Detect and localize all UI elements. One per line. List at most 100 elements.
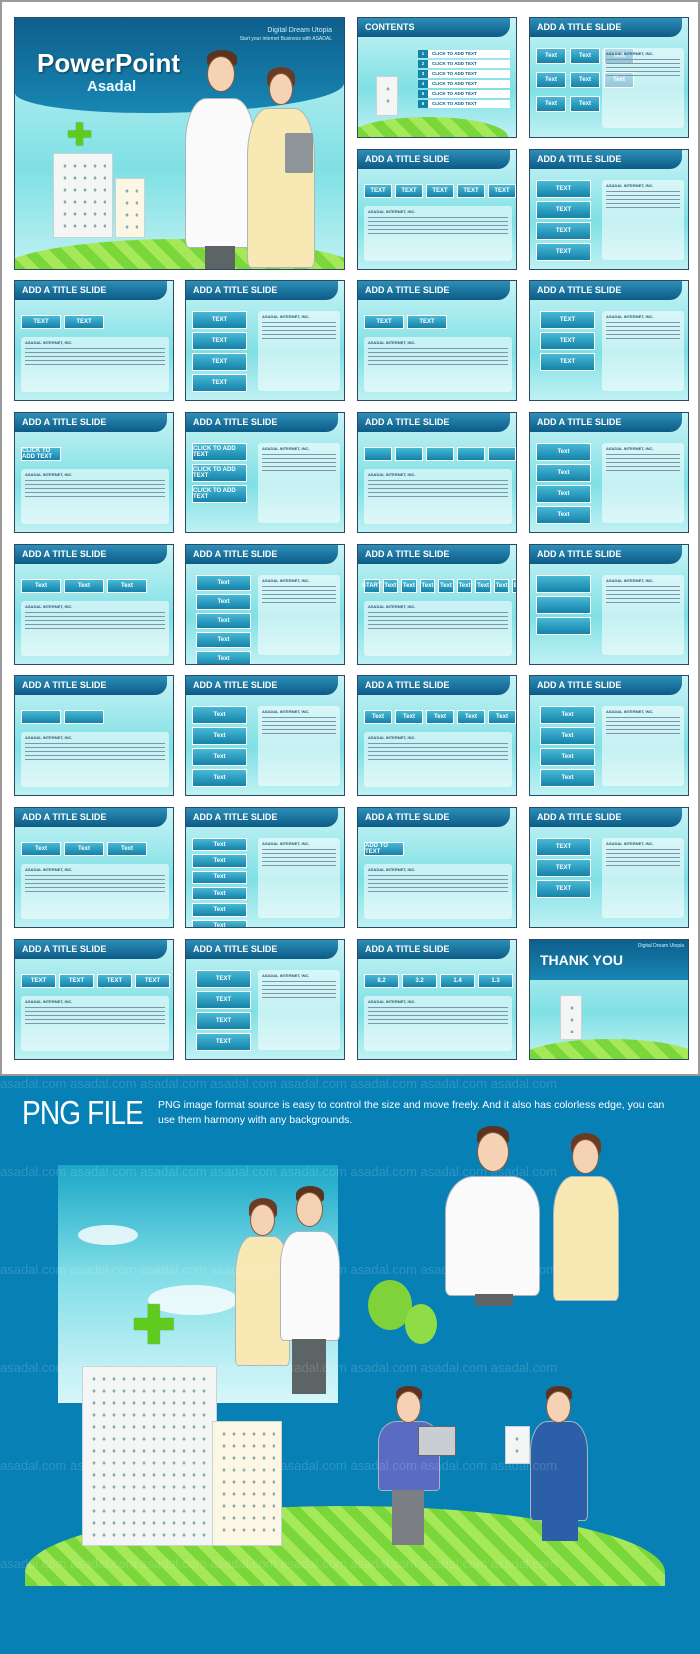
text-box[interactable]: Text — [536, 443, 591, 461]
contents-item[interactable]: 3 CLICK TO ADD TEXT — [418, 70, 510, 78]
text-box[interactable]: Text — [570, 48, 600, 64]
text-box[interactable]: TEXT — [407, 315, 447, 329]
text-box[interactable]: TEXT — [540, 332, 595, 350]
title-slide[interactable]: ADD A TITLE SLIDE TEXT TEXT TEXT TEXT ASADAL … — [185, 280, 345, 401]
text-box[interactable]: TEXT — [192, 374, 247, 392]
text-box[interactable]: Text — [438, 579, 454, 593]
text-box[interactable]: TEXT — [97, 974, 132, 988]
text-box[interactable]: TEXT — [192, 353, 247, 371]
text-box[interactable]: Text — [196, 651, 251, 664]
text-box[interactable]: Text — [540, 748, 595, 766]
text-box[interactable]: CLICK TO ADD TEXT — [21, 447, 61, 461]
text-box[interactable]: TEXT — [59, 974, 94, 988]
text-box[interactable]: TEXT — [192, 332, 247, 350]
title-slide[interactable]: ADD A TITLE SLIDE Text Text Text ASADAL INTE… — [14, 544, 174, 665]
text-box[interactable]: TEXT — [364, 184, 392, 198]
text-box[interactable]: Text — [457, 710, 485, 724]
text-box[interactable] — [21, 710, 61, 724]
text-box[interactable]: Text — [382, 579, 399, 593]
text-box[interactable] — [536, 575, 591, 593]
text-box[interactable]: TEXT — [135, 974, 170, 988]
text-box[interactable]: TEXT — [488, 184, 516, 198]
text-box[interactable] — [364, 447, 392, 461]
text-box[interactable]: Text — [192, 769, 247, 787]
text-box[interactable] — [536, 617, 591, 635]
text-box[interactable]: 1.4 — [440, 974, 475, 988]
title-slide[interactable]: ADD A TITLE SLIDE Text Text Text Text Text ASA… — [357, 675, 517, 796]
cover-slide[interactable]: Digital Dream Utopia Start your internet… — [14, 17, 345, 270]
text-box[interactable]: Text — [364, 710, 392, 724]
title-slide[interactable]: ADD A TITLE SLIDE Text Text Text ASADAL INTE… — [14, 807, 174, 928]
text-box[interactable]: Text — [493, 579, 510, 593]
text-box[interactable] — [457, 447, 485, 461]
text-box[interactable]: Text — [540, 727, 595, 745]
text-box[interactable]: Text — [419, 579, 436, 593]
text-box[interactable]: 1.3 — [478, 974, 513, 988]
text-box[interactable]: Text — [536, 464, 591, 482]
text-box[interactable]: Text — [21, 579, 61, 593]
text-box[interactable]: Text — [196, 613, 251, 629]
title-slide[interactable]: ADD A TITLE SLIDE TEXT TEXT TEXT TEXT ASADAL … — [185, 939, 345, 1060]
text-box[interactable]: Text — [64, 842, 104, 856]
title-slide[interactable]: ADD A TITLE SLIDE CLICK TO ADD TEXT CLICK … — [185, 412, 345, 533]
text-box[interactable]: TEXT — [540, 353, 595, 371]
text-box[interactable]: TEXT — [536, 243, 591, 261]
contents-slide[interactable]: CONTENTS 1 CLICK TO ADD TEXT 2 CLICK TO ADD… — [357, 17, 517, 138]
text-box[interactable]: Text — [456, 579, 473, 593]
text-box[interactable]: Text — [21, 842, 61, 856]
text-box[interactable]: 8.2 — [364, 974, 399, 988]
title-slide[interactable]: ADD A TITLE SLIDE ASADAL INTERNET, INC. — [529, 544, 689, 665]
text-box[interactable]: Text — [192, 887, 247, 901]
text-box[interactable]: TEXT — [536, 201, 591, 219]
text-box[interactable]: Text — [536, 96, 566, 112]
text-box[interactable]: Text — [196, 575, 251, 591]
text-box[interactable]: Text — [107, 842, 147, 856]
title-slide[interactable]: ADD A TITLE SLIDE Text Text Text Text Text Tex… — [529, 17, 689, 138]
text-box[interactable]: TEXT — [536, 838, 591, 856]
text-box[interactable]: TEXT — [21, 315, 61, 329]
text-box[interactable]: ADD TO TEXT — [364, 842, 404, 856]
title-slide[interactable]: ADD A TITLE SLIDE TEXT TEXT ASADAL INTERNET… — [357, 280, 517, 401]
title-slide[interactable]: ADD A TITLE SLIDE TEXT TEXT TEXT TEXT TEXT ASA… — [357, 149, 517, 270]
text-box[interactable]: TEXT — [395, 184, 423, 198]
text-box[interactable]: Text — [401, 579, 417, 593]
text-box[interactable]: Text — [192, 919, 247, 927]
text-box[interactable]: Text — [192, 706, 247, 724]
text-box[interactable]: Text — [192, 748, 247, 766]
contents-item[interactable]: 5 CLICK TO ADD TEXT — [418, 90, 510, 98]
text-box[interactable]: Text — [426, 710, 454, 724]
text-box[interactable] — [395, 447, 423, 461]
title-slide[interactable]: ADD A TITLE SLIDE TEXT TEXT TEXT ASADAL INTE… — [529, 807, 689, 928]
text-box[interactable]: Text — [107, 579, 147, 593]
text-box[interactable]: Text — [536, 72, 566, 88]
title-slide[interactable]: ADD A TITLE SLIDE Text Text Text Text ASADAL … — [529, 675, 689, 796]
contents-item[interactable]: 2 CLICK TO ADD TEXT — [418, 60, 510, 68]
text-box[interactable]: Text — [192, 870, 247, 884]
text-box[interactable]: TEXT — [536, 880, 591, 898]
title-slide[interactable]: ADD A TITLE SLIDE TEXT TEXT TEXT TEXT ASADAL … — [529, 149, 689, 270]
text-box[interactable]: Text — [192, 903, 247, 917]
text-box[interactable]: TEXT — [426, 184, 454, 198]
text-box[interactable]: CLICK TO ADD TEXT — [192, 443, 247, 461]
text-box[interactable]: TEXT — [196, 970, 251, 988]
text-box[interactable]: START — [362, 579, 382, 593]
title-slide[interactable]: ADD A TITLE SLIDE TEXT TEXT TEXT ASADAL INTE… — [529, 280, 689, 401]
title-slide[interactable]: ADD A TITLE SLIDE TEXT TEXT TEXT TEXT ASADAL … — [14, 939, 174, 1060]
text-box[interactable] — [536, 596, 591, 614]
text-box[interactable]: Text — [475, 579, 491, 593]
text-box[interactable]: TEXT — [457, 184, 485, 198]
text-box[interactable]: TEXT — [540, 311, 595, 329]
contents-item[interactable]: 6 CLICK TO ADD TEXT — [418, 100, 510, 108]
text-box[interactable] — [64, 710, 104, 724]
text-box[interactable] — [488, 447, 516, 461]
text-box[interactable]: TEXT — [21, 974, 56, 988]
text-box[interactable]: TEXT — [536, 859, 591, 877]
title-slide[interactable]: ADD A TITLE SLIDE START Text Text Text Text Te… — [357, 544, 517, 665]
text-box[interactable]: CLICK TO ADD TEXT — [192, 485, 247, 503]
text-box[interactable]: Text — [192, 727, 247, 745]
text-box[interactable]: 3.2 — [402, 974, 437, 988]
thank-you-slide[interactable]: THANK YOU Digital Dream Utopia — [529, 939, 689, 1060]
text-box[interactable]: Text — [196, 594, 251, 610]
text-box[interactable]: TEXT — [192, 311, 247, 329]
contents-item[interactable]: 4 CLICK TO ADD TEXT — [418, 80, 510, 88]
